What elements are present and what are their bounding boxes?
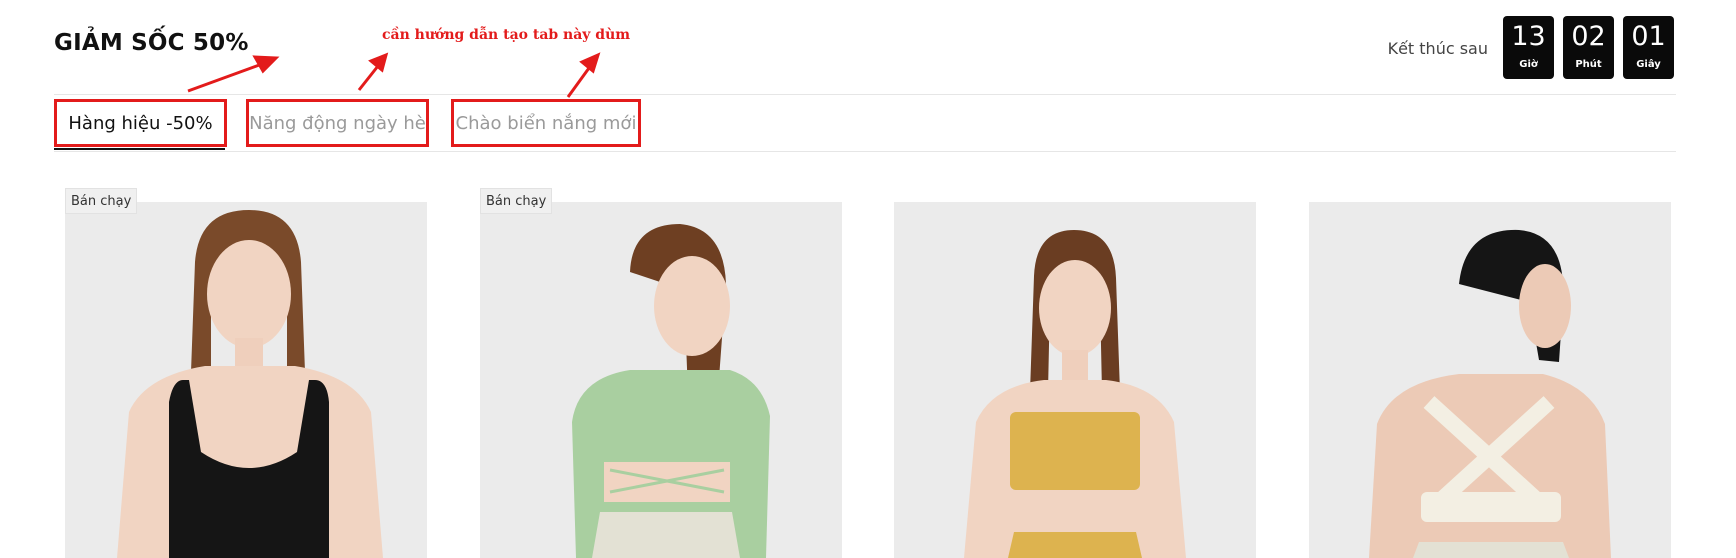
annotation-arrow-3 [566,67,591,98]
countdown-seconds-value: 01 [1631,21,1666,52]
product-image [572,224,770,558]
product-image [964,230,1186,558]
product-image [1369,229,1611,558]
annotation-arrowhead-3 [579,52,601,74]
annotation-arrow-1 [187,62,263,93]
divider [54,151,1676,152]
countdown-timer: Kết thúc sau 13 Giờ 02 Phút 01 Giây [1388,16,1674,79]
countdown-minutes-unit: Phút [1575,59,1602,70]
countdown-seconds-unit: Giây [1636,59,1661,70]
countdown-seconds: 01 Giây [1623,16,1674,79]
annotation-arrowhead-1 [252,55,280,74]
product-image [117,210,383,558]
countdown-hours-value: 13 [1511,21,1546,52]
tab-hang-hieu[interactable]: Hàng hiệu -50% [54,99,227,147]
section-title: GIẢM SỐC 50% [54,30,249,56]
tab-chao-bien-nang-moi[interactable]: Chào biển nắng mới [451,99,641,147]
active-tab-underline [54,148,225,150]
countdown-label: Kết thúc sau [1387,39,1488,58]
annotation-arrow-2 [357,65,380,91]
badge-best-seller: Bán chạy [480,188,553,214]
product-card[interactable] [65,202,427,558]
product-card[interactable] [1309,202,1671,558]
countdown-hours: 13 Giờ [1503,16,1554,79]
countdown-minutes-value: 02 [1571,21,1606,52]
product-card[interactable] [894,202,1256,558]
countdown-hours-unit: Giờ [1519,59,1538,70]
countdown-minutes: 02 Phút [1563,16,1614,79]
annotation-note: cần hướng dẫn tạo tab này dùm [382,27,631,43]
tab-nang-dong-ngay-he[interactable]: Năng động ngày hè [246,99,429,147]
product-card[interactable] [480,202,842,558]
annotation-arrowhead-2 [368,52,389,73]
badge-best-seller: Bán chạy [65,188,138,214]
divider [54,94,1676,95]
